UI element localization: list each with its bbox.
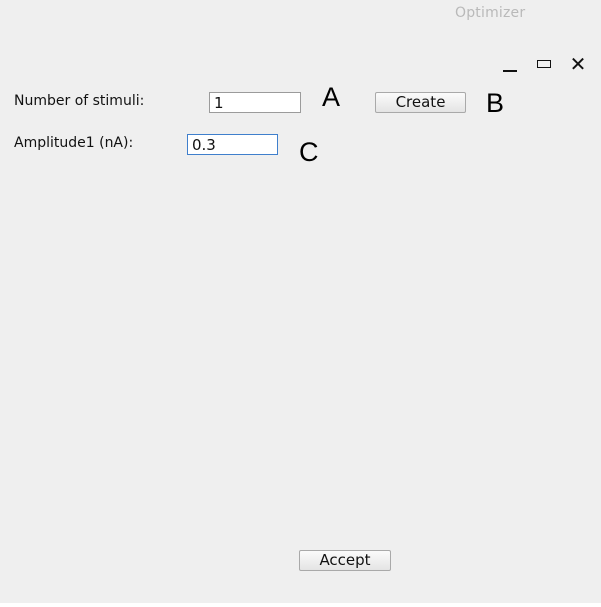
maximize-icon[interactable] [533, 52, 555, 76]
close-icon[interactable]: ✕ [567, 52, 589, 76]
minimize-icon[interactable] [499, 52, 521, 76]
window-title: Optimizer [455, 5, 526, 21]
amplitude-input[interactable]: 0.3 [187, 134, 278, 155]
annotation-c: C [299, 137, 319, 167]
close-icon-glyph: ✕ [569, 52, 587, 76]
annotation-a: A [322, 82, 341, 112]
accept-button[interactable]: Accept [299, 550, 391, 571]
stimuli-label: Number of stimuli: [14, 93, 145, 109]
create-button[interactable]: Create [375, 92, 466, 113]
annotation-b: B [486, 88, 505, 118]
amplitude-label: Amplitude1 (nA): [14, 135, 134, 151]
optimizer-window: Optimizer ✕ Number of stimuli: 1 A Creat… [0, 0, 601, 603]
stimuli-count-input[interactable]: 1 [209, 92, 301, 113]
